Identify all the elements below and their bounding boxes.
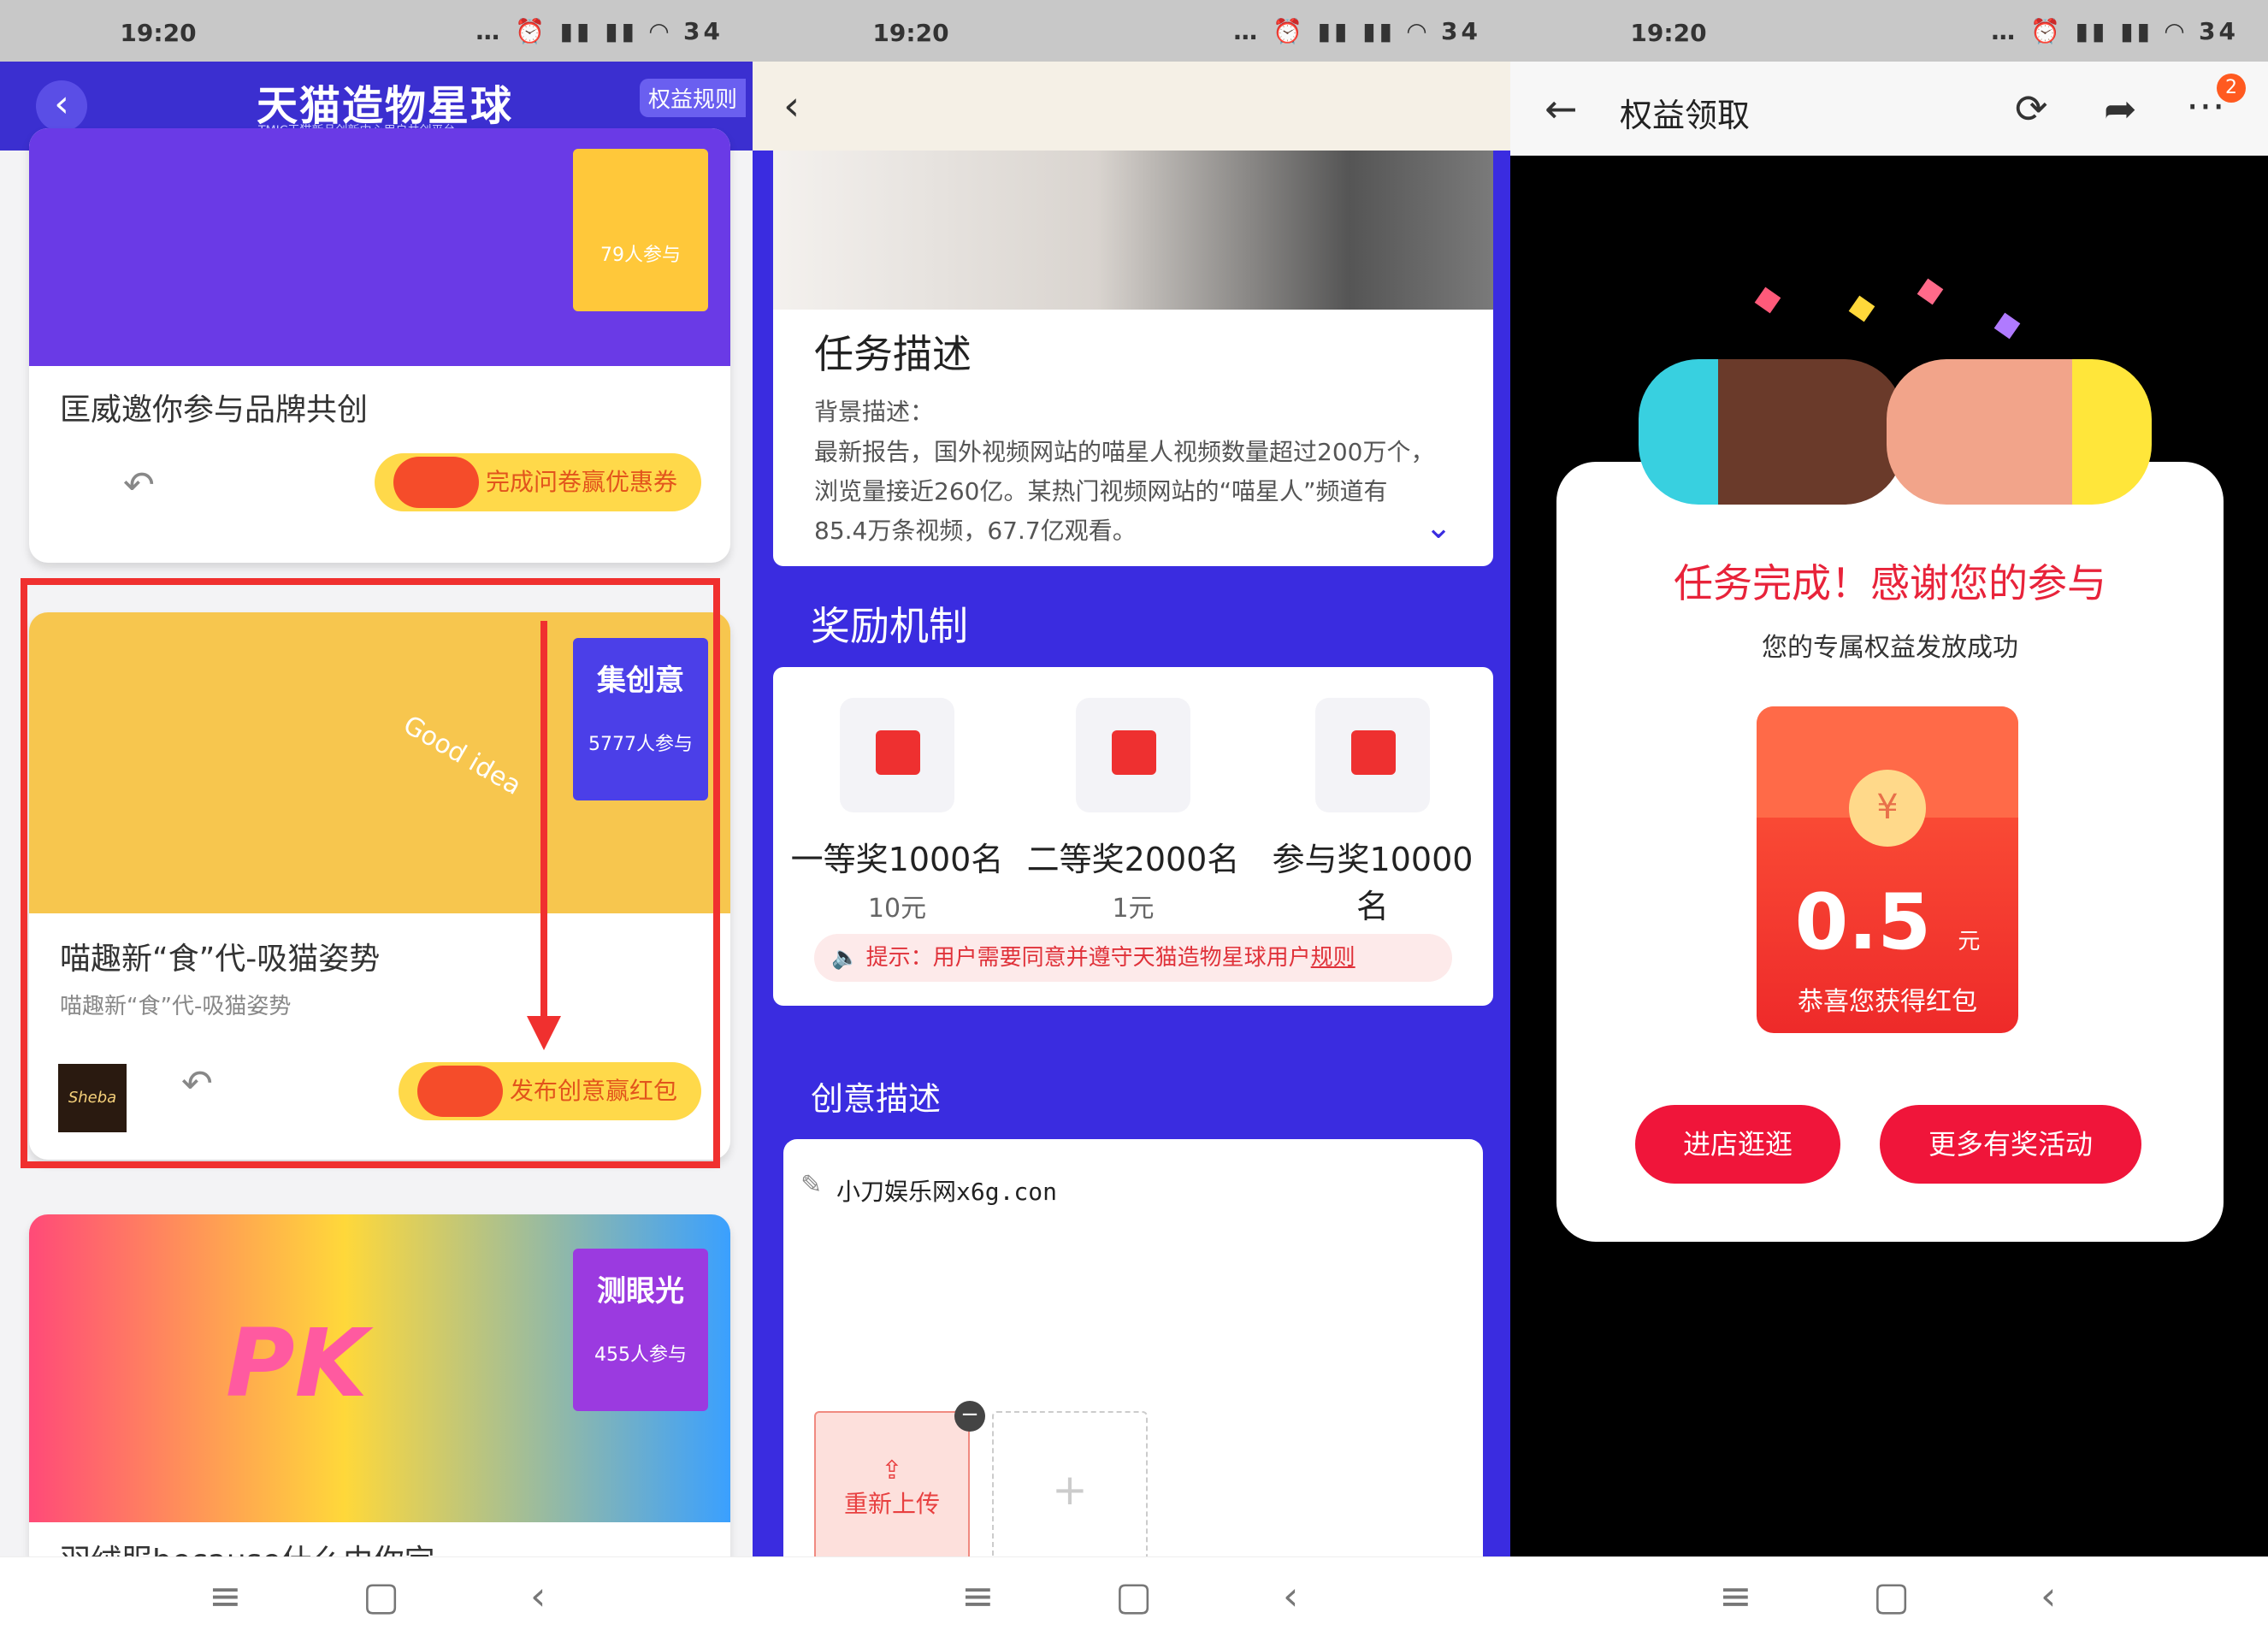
status-time: 19:20 [120,19,197,47]
highlight-box [21,578,720,1168]
success-card: 任务完成！感谢您的参与 您的专属权益发放成功 ¥ 0.5 元 恭喜您获得红包 进… [1556,462,2224,1242]
amount-value: 0.5 [1794,877,1932,967]
home-icon[interactable]: ▢ [1873,1573,1910,1619]
idea-title: 创意描述 [811,1080,942,1118]
menu-icon[interactable]: ≡ [1719,1573,1752,1619]
art-caption: PK [226,1308,368,1418]
highlight-arrowhead [527,1016,561,1050]
system-nav-bar: ≡ ▢ ‹ [753,1556,1510,1642]
reupload-label: 重新上传 [843,1490,940,1518]
back-icon[interactable]: ‹ [36,80,87,132]
idea-text[interactable]: 小刀娱乐网x6g.con [836,1173,1057,1208]
activity-title: 匡威邀你参与品牌共创 [60,393,369,428]
panel-reward-claim: 19:20 … ⏰ ▮▮ ▮▮ ◠ 34 ← 权益领取 ⟳ ➦ ⋯ 2 任务完成… [1510,0,2268,1642]
reward-amount: 0.5 元 [1757,877,2018,967]
screenshot-composite: 19:20 … ⏰ ▮▮ ▮▮ ◠ 34 ‹ 天猫造物星球 TMIC天猫新品创新… [0,0,2268,1642]
panel-activity-list: 19:20 … ⏰ ▮▮ ▮▮ ◠ 34 ‹ 天猫造物星球 TMIC天猫新品创新… [0,0,753,1642]
more-activities-button[interactable]: 更多有奖活动 [1880,1105,2141,1184]
activity-card[interactable]: 79人参与 匡威邀你参与品牌共创 ↶ 完成问卷赢优惠券 [29,128,730,563]
cat-photo [773,151,1493,310]
confetti [1917,278,1944,305]
confetti [1848,295,1875,322]
rules-button[interactable]: 权益规则 [639,79,746,117]
coupon-icon [393,457,479,508]
reward-card: 一等奖1000名 10元 二等奖2000名 1元 参与奖10000名 0.5元 … [773,667,1493,1006]
speaker-icon: 🔈 [831,945,866,971]
visit-store-button[interactable]: 进店逛逛 [1635,1105,1840,1184]
prize-name: 二等奖2000名 [1026,841,1240,878]
status-bar: 19:20 … ⏰ ▮▮ ▮▮ ◠ 34 [1510,0,2268,62]
reward-title: 奖励机制 [811,603,968,649]
right-fist-illustration [1887,359,2152,505]
menu-icon[interactable]: ≡ [961,1573,995,1619]
highlight-arrow [540,621,547,1023]
prize-name: 参与奖10000名 [1272,841,1474,925]
confetti [1993,312,2021,340]
participants-count: 79人参与 [600,245,681,266]
refresh-icon[interactable]: ⟳ [2015,86,2048,132]
panel-task-detail: 19:20 … ⏰ ▮▮ ▮▮ ◠ 34 ‹ 任务描述 背景描述： 最新报告，国… [753,0,1510,1642]
reupload-button[interactable]: ⇪ 重新上传 − [814,1401,985,1570]
status-time: 19:20 [1630,19,1707,47]
success-title: 任务完成！感谢您的参与 [1674,560,2106,606]
share-icon[interactable]: ↶ [123,464,155,507]
prize-name: 一等奖1000名 [790,841,1004,878]
task-description-card: 任务描述 背景描述： 最新报告，国外视频网站的喵星人视频数量超过200万个，浏览… [773,310,1493,566]
add-image-button[interactable]: + [992,1411,1148,1570]
envelope-caption: 恭喜您获得红包 [1798,987,1977,1017]
prize-item: 参与奖10000名 0.5元 [1257,698,1488,972]
participants-badge: 测眼光 455人参与 [573,1249,708,1411]
prize-value: 10元 [867,894,927,924]
share-icon[interactable]: ➦ [2104,86,2137,132]
action-button[interactable]: 完成问卷赢优惠券 [374,453,701,511]
remove-icon[interactable]: − [954,1401,985,1432]
back-nav-icon[interactable]: ‹ [1283,1573,1298,1619]
tag-title: 测眼光 [597,1274,684,1308]
success-subtitle: 您的专属权益发放成功 [1762,633,2018,663]
tip-text: 提示：用户需要同意并遵守天猫造物星球用户 [865,945,1311,971]
menu-icon[interactable]: ≡ [209,1573,242,1619]
rules-link[interactable]: 规则 [1311,945,1355,971]
amount-unit: 元 [1958,929,1981,954]
status-bar: 19:20 … ⏰ ▮▮ ▮▮ ◠ 34 [753,0,1510,62]
chevron-down-icon[interactable]: ⌄ [1425,508,1452,546]
back-icon[interactable]: ‹ [783,82,800,130]
status-time: 19:20 [872,19,949,47]
status-icons: … ⏰ ▮▮ ▮▮ ◠ 34 [1991,17,2239,45]
upload-icon: ⇪ [881,1456,903,1485]
back-nav-icon[interactable]: ‹ [2041,1573,2056,1619]
participants-count: 455人参与 [594,1344,687,1366]
home-icon[interactable]: ▢ [363,1573,399,1619]
red-packet-icon [1076,698,1190,812]
yuan-coin-icon: ¥ [1849,770,1926,847]
pencil-icon: ✎ [800,1170,823,1200]
background-body: 最新报告，国外视频网站的喵星人视频数量超过200万个，浏览量接近260亿。某热门… [814,438,1435,545]
page-title: 权益领取 [1620,97,1751,134]
rules-tip: 🔈 提示：用户需要同意并遵守天猫造物星球用户规则 [814,934,1452,982]
prize-value: 1元 [1112,894,1155,924]
status-icons: … ⏰ ▮▮ ▮▮ ◠ 34 [475,17,724,45]
home-icon[interactable]: ▢ [1115,1573,1152,1619]
participants-badge: 79人参与 [573,149,708,311]
background-label: 背景描述： [814,398,935,426]
red-envelope: ¥ 0.5 元 恭喜您获得红包 [1757,706,2018,1033]
activity-card[interactable]: PK 测眼光 455人参与 羽绒服because什么由你定 [29,1214,730,1574]
back-arrow-icon[interactable]: ← [1544,86,1578,132]
status-bar: 19:20 … ⏰ ▮▮ ▮▮ ◠ 34 [0,0,753,62]
confetti [1754,286,1781,314]
prize-item: 一等奖1000名 10元 [782,698,1013,924]
prize-item: 二等奖2000名 1元 [1018,698,1249,924]
left-fist-illustration [1639,359,1904,505]
red-packet-icon [1315,698,1430,812]
status-icons: … ⏰ ▮▮ ▮▮ ◠ 34 [1233,17,1481,45]
action-label: 完成问卷赢优惠券 [485,468,677,496]
system-nav-bar: ≡ ▢ ‹ [0,1556,753,1642]
notification-badge: 2 [2217,74,2246,103]
nav-bar: ← 权益领取 ⟳ ➦ ⋯ 2 [1510,62,2268,156]
nav-bar: ‹ [753,62,1510,151]
back-nav-icon[interactable]: ‹ [530,1573,546,1619]
system-nav-bar: ≡ ▢ ‹ [1510,1556,2268,1642]
red-packet-icon [840,698,954,812]
task-title: 任务描述 [814,331,972,377]
